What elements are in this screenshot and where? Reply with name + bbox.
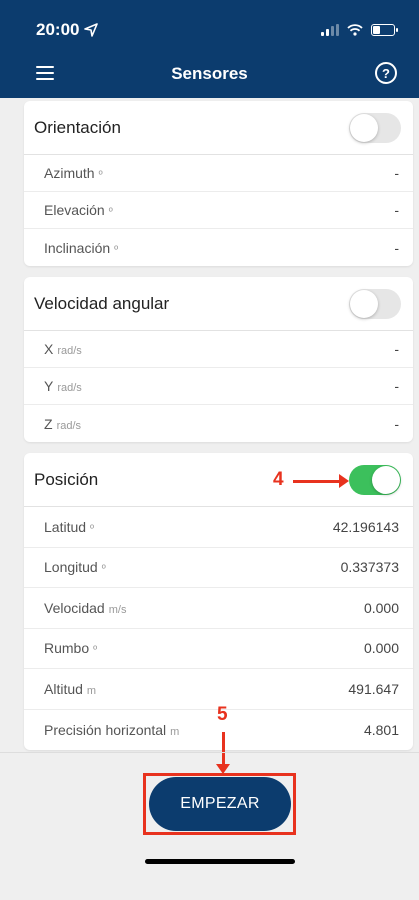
row-value: 0.000	[363, 640, 399, 657]
status-bar: 20:00	[36, 18, 398, 42]
sensor-row: Elevación º -	[24, 192, 413, 229]
row-label: X	[44, 341, 54, 357]
row-label: Elevación	[44, 202, 105, 218]
row-label: Y	[44, 378, 54, 394]
row-unit: º	[108, 206, 113, 218]
section-header: Velocidad angular	[24, 277, 413, 331]
row-label: Precisión horizontal	[44, 721, 167, 738]
row-unit: m	[170, 725, 180, 738]
signal-icon	[321, 24, 339, 36]
row-label: Longitud	[44, 559, 98, 576]
status-time: 20:00	[36, 20, 99, 40]
row-label: Altitud	[44, 680, 83, 697]
sensor-row: Xrad/s -	[24, 331, 413, 368]
question-circle-icon[interactable]: ?	[375, 62, 397, 84]
sensor-row: Longitud º 0.337373	[24, 548, 413, 588]
section-velocidad-angular: Velocidad angular Xrad/s - Yrad/s - Zrad/s…	[24, 277, 413, 442]
row-value: 0.337373	[340, 559, 399, 576]
home-indicator[interactable]	[145, 859, 295, 864]
row-unit: º	[90, 522, 95, 535]
row-unit: m/s	[108, 603, 127, 616]
sensor-row: Rumbo º 0.000	[24, 629, 413, 669]
row-value: 491.647	[348, 680, 399, 697]
row-unit: rad/s	[57, 382, 82, 394]
row-value: 42.196143	[332, 518, 399, 535]
annotation-step-5: 5	[217, 704, 228, 725]
row-unit: º	[114, 243, 119, 256]
wifi-icon	[347, 24, 363, 36]
row-unit: º	[101, 563, 106, 576]
annotation-step-4: 4	[273, 469, 284, 490]
row-unit: rad/s	[57, 345, 82, 357]
app-bar: Sensores ?	[0, 56, 419, 92]
row-unit: º	[93, 644, 98, 657]
row-value: -	[394, 202, 399, 218]
annotation-arrow-down-icon	[216, 732, 230, 774]
row-label: Azimuth	[44, 165, 95, 181]
divider	[0, 752, 419, 753]
row-value: -	[394, 165, 399, 181]
row-label: Latitud	[44, 518, 87, 535]
row-unit: rad/s	[56, 419, 82, 432]
page-title: Sensores	[171, 64, 248, 83]
row-value: 0.000	[363, 599, 399, 616]
hamburger-icon[interactable]	[36, 66, 54, 80]
section-header: Orientación	[24, 101, 413, 155]
row-value: -	[394, 341, 399, 357]
row-unit: m	[86, 684, 97, 697]
battery-icon	[371, 24, 398, 36]
section-orientacion: Orientación Azimuth º - Elevación º - Inclin…	[24, 101, 413, 266]
velocidad-angular-toggle[interactable]	[349, 288, 401, 319]
section-header: Posición	[24, 453, 413, 507]
posicion-toggle[interactable]	[349, 464, 401, 495]
location-arrow-icon	[84, 23, 99, 37]
sensor-row: Inclinación º -	[24, 229, 413, 266]
row-label: Velocidad	[44, 599, 105, 616]
sensor-row: Latitud º 42.196143	[24, 507, 413, 548]
sensor-row: Velocidad m/s 0.000	[24, 588, 413, 629]
clock-text: 20:00	[36, 20, 80, 39]
row-label: Rumbo	[44, 640, 90, 657]
section-title: Orientación	[34, 117, 121, 137]
section-title: Velocidad angular	[34, 293, 170, 313]
annotation-arrow-right-icon	[293, 474, 349, 488]
orientacion-toggle[interactable]	[349, 112, 401, 143]
top-app-bar: 20:00 Sensores ?	[0, 0, 419, 98]
row-label: Inclinación	[44, 239, 111, 256]
row-label: Z	[44, 415, 53, 432]
row-value: 4.801	[363, 721, 399, 738]
start-button[interactable]: EMPEZAR	[149, 777, 291, 831]
sensor-row: Yrad/s -	[24, 368, 413, 405]
row-unit: º	[98, 169, 103, 181]
section-title: Posición	[34, 469, 99, 489]
system-icons	[321, 24, 398, 36]
row-value: -	[394, 239, 399, 256]
sensor-row: Azimuth º -	[24, 155, 413, 192]
row-value: -	[394, 378, 399, 394]
sensor-row: Zrad/s -	[24, 405, 413, 442]
row-value: -	[394, 415, 399, 432]
